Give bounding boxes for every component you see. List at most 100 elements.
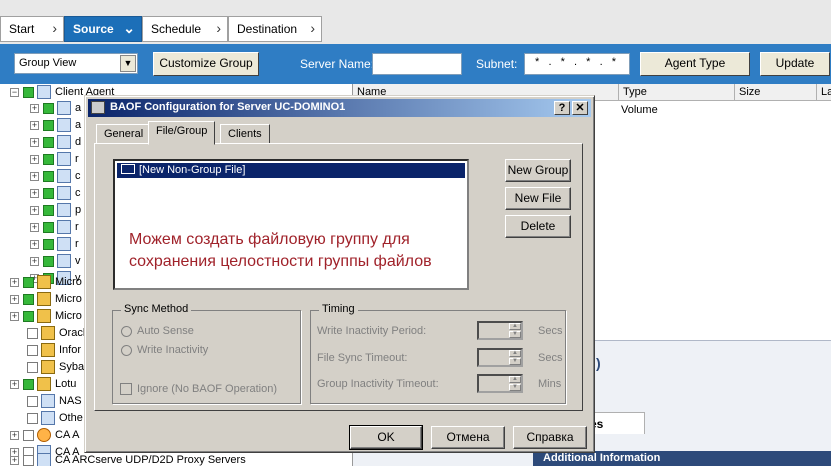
tree-checkbox[interactable]	[43, 136, 54, 148]
tree-child[interactable]: + p	[30, 202, 81, 218]
tree-checkbox[interactable]	[23, 86, 34, 98]
tree-checkbox[interactable]	[43, 102, 54, 114]
update-button[interactable]: Update	[760, 52, 830, 76]
expand-icon[interactable]: +	[10, 277, 19, 287]
row-type-cell[interactable]: Volume	[621, 104, 658, 116]
ok-button[interactable]: OK	[349, 425, 423, 450]
customize-group-button[interactable]: Customize Group	[153, 52, 259, 76]
spin-down-icon[interactable]: ▼	[509, 384, 521, 391]
tree-child[interactable]: + a	[30, 117, 81, 133]
tree-child[interactable]: + r	[30, 151, 79, 167]
tree-checkbox[interactable]	[23, 293, 34, 305]
tree-child[interactable]: + v	[30, 253, 81, 269]
tree-node-oracle[interactable]: Oracl	[23, 325, 85, 341]
expand-icon[interactable]: +	[30, 205, 39, 215]
spin-up-icon[interactable]: ▲	[509, 376, 521, 383]
close-icon[interactable]: ✕	[572, 101, 588, 115]
tree-checkbox[interactable]	[23, 310, 34, 322]
tab-file-group[interactable]: File/Group	[148, 121, 216, 145]
tree-checkbox[interactable]	[43, 221, 54, 233]
tree-checkbox[interactable]	[27, 344, 38, 356]
tree-checkbox[interactable]	[27, 327, 38, 339]
delete-button[interactable]: Delete	[505, 215, 571, 238]
tree-checkbox[interactable]	[43, 119, 54, 131]
tree-checkbox[interactable]	[23, 378, 34, 390]
tree-checkbox[interactable]	[27, 395, 38, 407]
ignore-checkbox[interactable]	[120, 383, 132, 395]
collapse-icon[interactable]: −	[10, 87, 19, 97]
tree-child[interactable]: + c	[30, 185, 81, 201]
tree-node-lotus[interactable]: + Lotu	[10, 376, 76, 392]
tree-checkbox[interactable]	[27, 361, 38, 373]
server-name-input[interactable]	[372, 53, 462, 75]
tree-node-other[interactable]: Othe	[23, 410, 83, 426]
tree-child[interactable]: + d	[30, 134, 81, 150]
tree-node-nas[interactable]: NAS	[23, 393, 82, 409]
help-title-button[interactable]: ?	[554, 101, 570, 115]
tree-node-microsoft-1[interactable]: + Micro	[10, 274, 82, 290]
tab-clients[interactable]: Clients	[220, 124, 270, 144]
expand-icon[interactable]: +	[10, 430, 19, 440]
tab-start[interactable]: Start ›	[0, 16, 64, 42]
expand-icon[interactable]: +	[30, 137, 39, 147]
column-header-size[interactable]: Size	[735, 84, 817, 101]
tree-node-ca-proxy[interactable]: + CA ARCserve UDP/D2D Proxy Servers	[10, 452, 246, 466]
auto-sense-radio[interactable]	[121, 326, 132, 337]
new-file-button[interactable]: New File	[505, 187, 571, 210]
tree-checkbox[interactable]	[43, 170, 54, 182]
spin-up-icon[interactable]: ▲	[509, 323, 521, 330]
spin-down-icon[interactable]: ▼	[509, 358, 521, 365]
column-header-type[interactable]: Type	[619, 84, 735, 101]
spin-up-icon[interactable]: ▲	[509, 350, 521, 357]
tree-checkbox[interactable]	[23, 454, 34, 466]
tree-checkbox[interactable]	[27, 412, 38, 424]
view-select[interactable]: Group View ▼	[14, 53, 138, 74]
file-group-list[interactable]: [New Non-Group File] Можем создать файло…	[113, 159, 469, 290]
tree-child[interactable]: + c	[30, 168, 81, 184]
cancel-button[interactable]: Отмена	[431, 426, 505, 449]
help-button[interactable]: Справка	[513, 426, 587, 449]
expand-icon[interactable]: +	[30, 120, 39, 130]
tab-general[interactable]: General	[96, 124, 152, 144]
list-item[interactable]: [New Non-Group File]	[117, 163, 465, 178]
tree-checkbox[interactable]	[43, 238, 54, 250]
expand-icon[interactable]: +	[30, 103, 39, 113]
tree-checkbox[interactable]	[43, 204, 54, 216]
tree-child[interactable]: + r	[30, 219, 79, 235]
column-header-last[interactable]: La	[817, 84, 831, 101]
tree-child[interactable]: + r	[30, 236, 79, 252]
expand-icon[interactable]: +	[10, 294, 19, 304]
new-group-button[interactable]: New Group	[505, 159, 571, 182]
expand-icon[interactable]: +	[30, 222, 39, 232]
tab-destination[interactable]: Destination ›	[228, 16, 322, 42]
tree-checkbox[interactable]	[43, 153, 54, 165]
expand-icon[interactable]: +	[10, 455, 19, 465]
expand-icon[interactable]: +	[10, 379, 19, 389]
tab-schedule[interactable]: Schedule ›	[142, 16, 228, 42]
tree-node-microsoft-2[interactable]: + Micro	[10, 291, 82, 307]
chevron-down-icon[interactable]: ▼	[120, 55, 136, 72]
write-inactivity-period-stepper[interactable]: ▲ ▼	[477, 321, 523, 340]
tree-checkbox[interactable]	[23, 429, 34, 441]
expand-icon[interactable]: +	[30, 188, 39, 198]
spin-down-icon[interactable]: ▼	[509, 331, 521, 338]
expand-icon[interactable]: +	[30, 154, 39, 164]
tree-child[interactable]: + a	[30, 100, 81, 116]
tree-checkbox[interactable]	[23, 276, 34, 288]
expand-icon[interactable]: +	[30, 256, 39, 266]
write-inactivity-radio[interactable]	[121, 345, 132, 356]
subnet-input[interactable]: * . * . * . *	[524, 53, 630, 75]
tree-node-informix[interactable]: Infor	[23, 342, 81, 358]
tree-node-sybase[interactable]: Syba	[23, 359, 84, 375]
tab-source[interactable]: Source ⌄	[64, 16, 142, 42]
file-sync-timeout-stepper[interactable]: ▲ ▼	[477, 348, 523, 367]
expand-icon[interactable]: +	[10, 311, 19, 321]
expand-icon[interactable]: +	[30, 171, 39, 181]
tree-checkbox[interactable]	[43, 255, 54, 267]
tree-node-microsoft-3[interactable]: + Micro	[10, 308, 82, 324]
dialog-title-bar[interactable]: BAOF Configuration for Server UC-DOMINO1…	[88, 99, 591, 117]
expand-icon[interactable]: +	[30, 239, 39, 249]
group-inactivity-timeout-stepper[interactable]: ▲ ▼	[477, 374, 523, 393]
agent-type-button[interactable]: Agent Type	[640, 52, 750, 76]
tree-node-ca-1[interactable]: + CA A	[10, 427, 79, 443]
